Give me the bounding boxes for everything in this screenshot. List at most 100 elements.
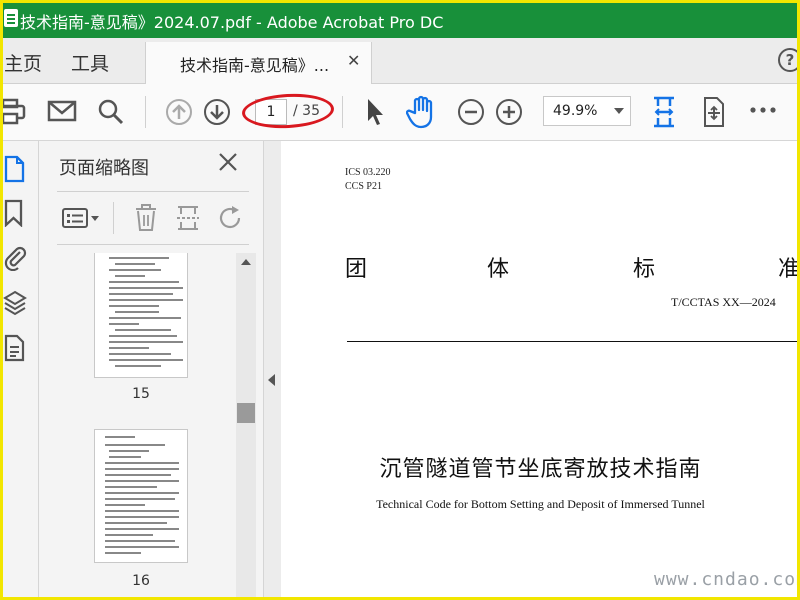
thumbnail-text-line	[115, 311, 159, 313]
nav-tools[interactable]: 工具	[71, 49, 109, 76]
thumbnail-text-line	[105, 522, 167, 524]
doc-ccs-code: CCS P21	[345, 181, 382, 192]
doc-standard-char: 团	[345, 257, 368, 282]
close-panel-icon[interactable]	[217, 151, 239, 173]
thumbnail-text-line	[105, 552, 141, 554]
hand-tool-icon[interactable]	[406, 95, 438, 129]
nav-home[interactable]: 主页	[4, 49, 42, 76]
main-toolbar: 1 / 35 49.9%	[0, 84, 800, 141]
thumbnail-text-line	[105, 492, 179, 494]
page-thumbnails-icon[interactable]	[3, 155, 25, 183]
doc-subtitle: Technical Code for Bottom Setting and De…	[376, 497, 705, 511]
page-thumbnail[interactable]	[94, 253, 188, 378]
thumbnail-text-line	[105, 444, 165, 446]
email-icon[interactable]	[47, 100, 77, 122]
scroll-up-icon[interactable]	[241, 259, 251, 265]
search-icon[interactable]	[97, 98, 125, 126]
doc-standard-char: 体	[487, 257, 510, 282]
scrollbar-thumb[interactable]	[237, 403, 255, 423]
thumbnail-text-line	[105, 504, 145, 506]
thumbnail-text-line	[105, 516, 179, 518]
zoom-level-dropdown[interactable]: 49.9%	[543, 96, 631, 126]
thumbnail-text-line	[109, 257, 169, 259]
previous-page-icon[interactable]	[165, 98, 193, 126]
thumbnail-text-line	[109, 269, 161, 271]
chevron-down-icon	[614, 108, 624, 114]
page-thumbnail[interactable]	[94, 429, 188, 563]
thumbnail-text-line	[105, 534, 153, 536]
bookmark-icon[interactable]	[3, 199, 25, 227]
select-cursor-icon[interactable]	[364, 97, 386, 127]
close-tab-icon[interactable]: ✕	[347, 51, 360, 70]
thumbnail-text-line	[105, 436, 135, 438]
fit-page-icon[interactable]	[650, 94, 678, 130]
help-icon[interactable]: ?	[778, 48, 800, 72]
thumbnail-text-line	[109, 317, 181, 319]
thumbnail-text-line	[115, 329, 171, 331]
document-tab-label: 技术指南-意见稿》...	[180, 56, 330, 75]
panel-collapse-handle[interactable]	[263, 141, 282, 600]
thumbnail-text-line	[109, 305, 159, 307]
panel-title: 页面缩略图	[59, 158, 149, 179]
doc-standard-code: T/CCTAS XX—2024	[671, 295, 776, 309]
document-properties-icon[interactable]	[3, 334, 25, 362]
thumbnail-text-line	[115, 275, 145, 277]
doc-divider-line	[347, 341, 800, 342]
zoom-out-icon[interactable]	[457, 98, 485, 126]
zoom-in-icon[interactable]	[495, 98, 523, 126]
doc-standard-char: 准	[778, 257, 800, 282]
delete-page-icon[interactable]	[133, 204, 159, 232]
thumbnail-text-line	[109, 293, 173, 295]
toolbar-separator	[342, 96, 343, 128]
title-bar: 技术指南-意见稿》2024.07.pdf - Adobe Acrobat Pro…	[0, 0, 800, 38]
red-annotation-oval	[241, 91, 335, 131]
zoom-level-value: 49.9%	[553, 103, 598, 119]
page-thumbnail-number: 15	[132, 386, 150, 402]
thumbnail-text-line	[115, 365, 161, 367]
thumbnail-text-line	[109, 450, 149, 452]
doc-title: 沉管隧道管节坐底寄放技术指南	[379, 457, 702, 482]
document-tab[interactable]: 技术指南-意见稿》... ✕	[145, 42, 372, 84]
toolbar-separator	[145, 96, 146, 128]
thumbnail-text-line	[109, 299, 183, 301]
thumbnail-text-line	[105, 528, 179, 530]
extract-page-icon[interactable]	[175, 204, 201, 232]
rotate-page-icon[interactable]	[217, 204, 245, 232]
thumbnail-scrollbar[interactable]	[236, 253, 256, 600]
pdf-file-icon	[4, 9, 18, 27]
thumbnail-text-line	[105, 510, 179, 512]
doc-ics-code: ICS 03.220	[345, 167, 391, 178]
next-page-icon[interactable]	[203, 98, 231, 126]
thumbnail-text-line	[109, 353, 171, 355]
more-options-icon[interactable]	[750, 106, 776, 114]
thumbnail-text-line	[109, 341, 183, 343]
thumbnail-text-line	[105, 486, 157, 488]
options-menu-icon[interactable]	[61, 206, 101, 230]
doc-standard-char: 标	[633, 257, 656, 282]
page-thumbnail-number: 16	[132, 573, 150, 589]
page-thumbnails-panel: 页面缩略图 15 16	[39, 141, 263, 600]
thumbnail-text-line	[105, 540, 175, 542]
thumbnail-text-line	[105, 474, 171, 476]
window-title: 技术指南-意见稿》2024.07.pdf - Adobe Acrobat Pro…	[20, 13, 444, 32]
collapse-arrow-icon	[268, 374, 275, 386]
rotate-view-icon[interactable]	[700, 96, 728, 128]
layers-icon[interactable]	[3, 289, 27, 317]
thumbnail-text-line	[109, 287, 183, 289]
thumbnail-text-line	[105, 480, 179, 482]
print-icon[interactable]	[0, 98, 26, 126]
document-page: ICS 03.220 CCS P21 团 体 标 准 T/CCTAS XX—20…	[281, 141, 800, 600]
attachment-icon[interactable]	[3, 243, 27, 271]
thumbnail-toolbar	[57, 191, 249, 245]
thumbnail-text-line	[109, 359, 183, 361]
watermark: www.cndao.com	[654, 569, 800, 590]
thumbnail-text-line	[105, 462, 179, 464]
thumbnail-text-line	[109, 323, 139, 325]
thumbnail-text-line	[105, 546, 179, 548]
thumbnail-text-line	[109, 335, 177, 337]
thumbnail-text-line	[105, 468, 179, 470]
thumbnail-text-line	[109, 347, 149, 349]
thumbnail-text-line	[115, 263, 155, 265]
thumbnail-text-line	[109, 456, 141, 458]
thumbnail-text-line	[105, 498, 175, 500]
